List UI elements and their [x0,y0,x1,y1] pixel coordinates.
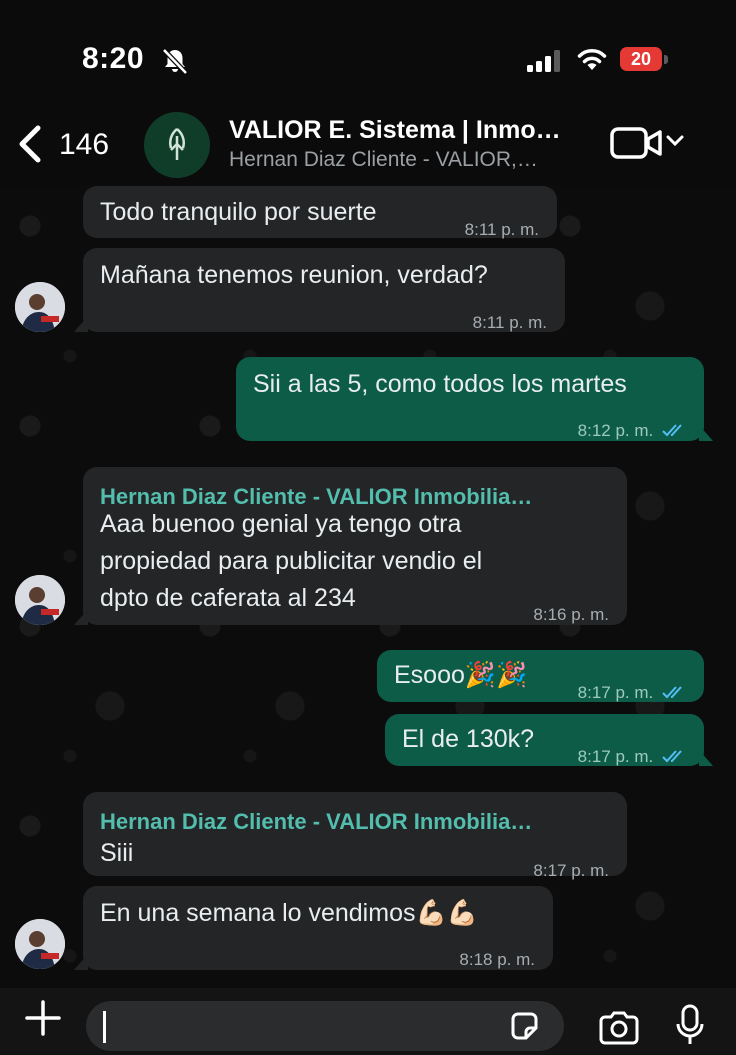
bell-slash-icon [160,46,190,81]
avatar[interactable] [15,282,65,332]
message-incoming[interactable]: Hernan Diaz Cliente - VALIOR Inmobilia… … [74,467,627,625]
back-chevron-icon[interactable] [14,122,44,166]
message-line: Aaa buenoo genial ya tengo otra [100,510,462,538]
chevron-down-icon[interactable] [666,134,684,152]
signal-icon [527,50,563,77]
chat-title[interactable]: VALIOR E. Sistema | Inmo… [229,116,561,145]
message-composer [0,988,736,1055]
message-time: 8:18 p. m. [459,950,535,969]
status-bar: 8:20 20 [0,0,736,110]
message-time-row: 8:12 p. m. [578,412,686,450]
status-time: 8:20 [82,42,145,75]
video-camera-icon[interactable] [610,126,664,165]
message-time: 8:16 p. m. [533,605,609,624]
message-text: Siii [100,839,134,867]
read-ticks-icon [662,413,686,450]
message-text: Todo tranquilo por suerte [100,198,377,226]
message-line: dpto de caferata al 234 [100,584,356,612]
message-outgoing[interactable]: Sii a las 5, como todos los martes 8:12 … [236,357,713,441]
message-incoming[interactable]: Mañana tenemos reunion, verdad? 8:11 p. … [74,248,565,332]
message-text: En una semana lo vendimos💪🏻💪🏻 [100,899,478,927]
message-text: Esooo🎉🎉 [394,661,528,689]
chat-header: 146 VALIOR E. Sistema | Inmo… Hernan Dia… [0,110,736,186]
message-time: 8:17 p. m. [533,861,609,880]
group-avatar[interactable] [144,112,210,178]
message-text: Mañana tenemos reunion, verdad? [100,261,488,289]
message-incoming[interactable]: Hernan Diaz Cliente - VALIOR Inmobilia… … [83,792,627,880]
message-time-row: 8:17 p. m. [578,738,686,776]
plus-icon[interactable] [24,999,62,1042]
chat-subtitle[interactable]: Hernan Diaz Cliente - VALIOR,… [229,148,538,172]
unread-count[interactable]: 146 [59,128,109,162]
message-input[interactable] [86,1001,564,1051]
text-cursor [103,1011,106,1043]
sticker-icon[interactable] [508,1010,540,1047]
read-ticks-icon [662,675,686,712]
message-outgoing[interactable]: Esooo🎉🎉 8:17 p. m. [377,650,704,702]
message-time: 8:11 p. m. [472,313,547,332]
chat-area[interactable]: Todo tranquilo por suerte 8:11 p. m. Mañ… [0,186,736,988]
read-ticks-icon [662,739,686,776]
message-line: propiedad para publicitar vendio el [100,547,483,575]
message-time: 8:17 p. m. [577,747,654,766]
group-logo-icon [169,128,185,160]
message-time: 8:11 p. m. [464,220,539,239]
sender-name[interactable]: Hernan Diaz Cliente - VALIOR Inmobilia… [100,803,532,840]
message-text: Sii a las 5, como todos los martes [253,370,627,398]
message-time: 8:12 p. m. [577,421,654,440]
avatar[interactable] [15,575,65,625]
camera-icon[interactable] [597,1010,641,1051]
battery-indicator: 20 [620,47,662,71]
wifi-icon [576,46,608,77]
microphone-icon[interactable] [675,1004,705,1053]
message-time: 8:17 p. m. [577,683,654,702]
message-incoming[interactable]: En una semana lo vendimos💪🏻💪🏻 8:18 p. m. [74,886,553,970]
message-time-row: 8:17 p. m. [578,674,686,712]
message-outgoing[interactable]: El de 130k? 8:17 p. m. [385,714,713,766]
message-text: El de 130k? [402,725,535,753]
message-incoming[interactable]: Todo tranquilo por suerte 8:11 p. m. [83,186,557,239]
battery-cap [664,55,668,64]
avatar[interactable] [15,919,65,969]
